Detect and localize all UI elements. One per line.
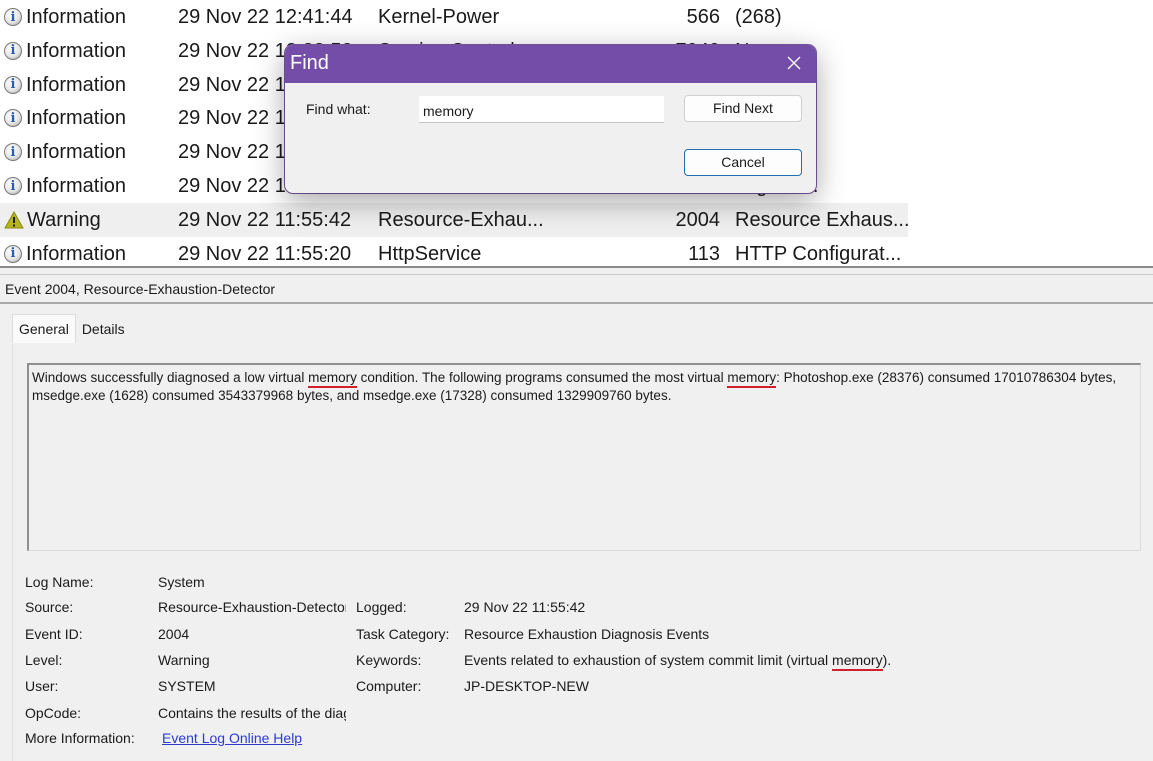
detail-tabs: General Details [12, 314, 131, 344]
keywords-text: Events related to exhaustion of system c… [464, 652, 833, 668]
info-icon: i [4, 8, 22, 26]
find-dialog-title: Find [290, 52, 329, 74]
event-id-value: 2004 [158, 626, 190, 642]
logged-label: Logged: [356, 599, 407, 615]
event-id: 2004 [675, 208, 721, 231]
info-icon: i [4, 244, 22, 263]
event-source: Kernel-Power [378, 6, 500, 28]
info-icon: i [4, 75, 22, 94]
event-level-text: Information [26, 6, 127, 28]
event-id-label: Event ID: [25, 626, 83, 642]
event-row[interactable]: i Information 29 Nov 22 12:41:44 Kernel-Pow… [0, 0, 908, 34]
log-name-value: System [158, 574, 205, 590]
info-icon: i [4, 177, 22, 195]
computer-value: JP-DESKTOP-NEW [464, 678, 589, 694]
event-level: Warning [4, 203, 101, 237]
cancel-button[interactable]: Cancel [684, 149, 802, 176]
find-what-label: Find what: [306, 101, 371, 117]
logged-value: 29 Nov 22 11:55:42 [464, 599, 586, 615]
opcode-label: OpCode: [25, 705, 82, 721]
event-level-text: Warning [27, 208, 101, 231]
find-what-input[interactable] [419, 96, 664, 123]
event-level: i Information [4, 34, 126, 68]
find-next-button[interactable]: Find Next [684, 95, 802, 122]
keywords-label: Keywords: [356, 652, 422, 668]
more-info-label: More Information: [25, 730, 135, 746]
event-date: 29 Nov 22 1 [178, 175, 286, 197]
find-dialog-titlebar[interactable]: Find [285, 45, 816, 83]
source-value: Resource-Exhaustion-Detector [158, 599, 346, 615]
close-button[interactable] [784, 53, 804, 73]
user-label: User: [25, 678, 59, 694]
user-value: SYSTEM [158, 678, 216, 694]
keywords-value: Events related to exhaustion of system c… [464, 651, 891, 669]
info-icon: i [4, 109, 22, 128]
log-name-label: Log Name: [25, 574, 94, 590]
tab-general[interactable]: General [12, 314, 76, 343]
level-label: Level: [25, 652, 63, 668]
event-log-online-help-link[interactable]: Event Log Online Help [162, 729, 302, 747]
info-icon: i [4, 143, 22, 162]
event-date: 29 Nov 22 1 [178, 141, 286, 164]
keywords-text-end: ). [882, 652, 892, 668]
event-source: Resource-Exhau... [378, 208, 544, 231]
event-detail-header: Event 2004, Resource-Exhaustion-Detector [0, 274, 1153, 304]
warning-icon [4, 210, 24, 229]
event-level: i Information [4, 169, 126, 203]
event-task-category: Resource Exhaus... [735, 208, 910, 231]
description-text-1: Windows successfully diagnosed a low vir… [32, 370, 309, 385]
event-level-text: Information [26, 175, 127, 197]
tab-details[interactable]: Details [76, 316, 131, 342]
event-level-text: Information [26, 73, 127, 96]
event-level-text: Information [26, 39, 127, 62]
event-date: 29 Nov 22 11:55:42 [178, 208, 352, 231]
opcode-value: Contains the results of the diagnosis [158, 705, 346, 721]
search-highlight: memory [727, 370, 777, 385]
event-level: i Information [4, 101, 126, 135]
level-value: Warning [158, 652, 210, 668]
event-level: i Information [4, 68, 126, 102]
event-level-text: Information [26, 107, 127, 130]
event-date: 29 Nov 22 1 [178, 107, 286, 130]
computer-label: Computer: [356, 678, 422, 694]
event-date: 29 Nov 22 12:41:44 [178, 6, 353, 28]
info-icon: i [4, 41, 22, 60]
source-label: Source: [25, 599, 74, 615]
search-highlight: memory [832, 652, 883, 668]
close-icon [787, 56, 801, 70]
task-category-value: Resource Exhaustion Diagnosis Events [464, 626, 710, 642]
description-text-2: condition. The following programs consum… [356, 370, 728, 385]
event-level: i Information [4, 135, 126, 169]
task-category-label: Task Category: [356, 626, 450, 642]
search-highlight: memory [308, 370, 357, 385]
find-dialog: Find Find what: Find Next Cancel [285, 45, 816, 193]
event-level-text: Information [26, 141, 127, 164]
event-level: i Information [4, 0, 126, 34]
event-id: 566 [686, 6, 720, 28]
event-description[interactable]: Windows successfully diagnosed a low vir… [27, 363, 1141, 551]
event-task-category: (268) [735, 6, 782, 28]
event-row[interactable]: Warning 29 Nov 22 11:55:42 Resource-Exhau.… [0, 202, 910, 237]
event-date: 29 Nov 22 1 [178, 73, 286, 96]
